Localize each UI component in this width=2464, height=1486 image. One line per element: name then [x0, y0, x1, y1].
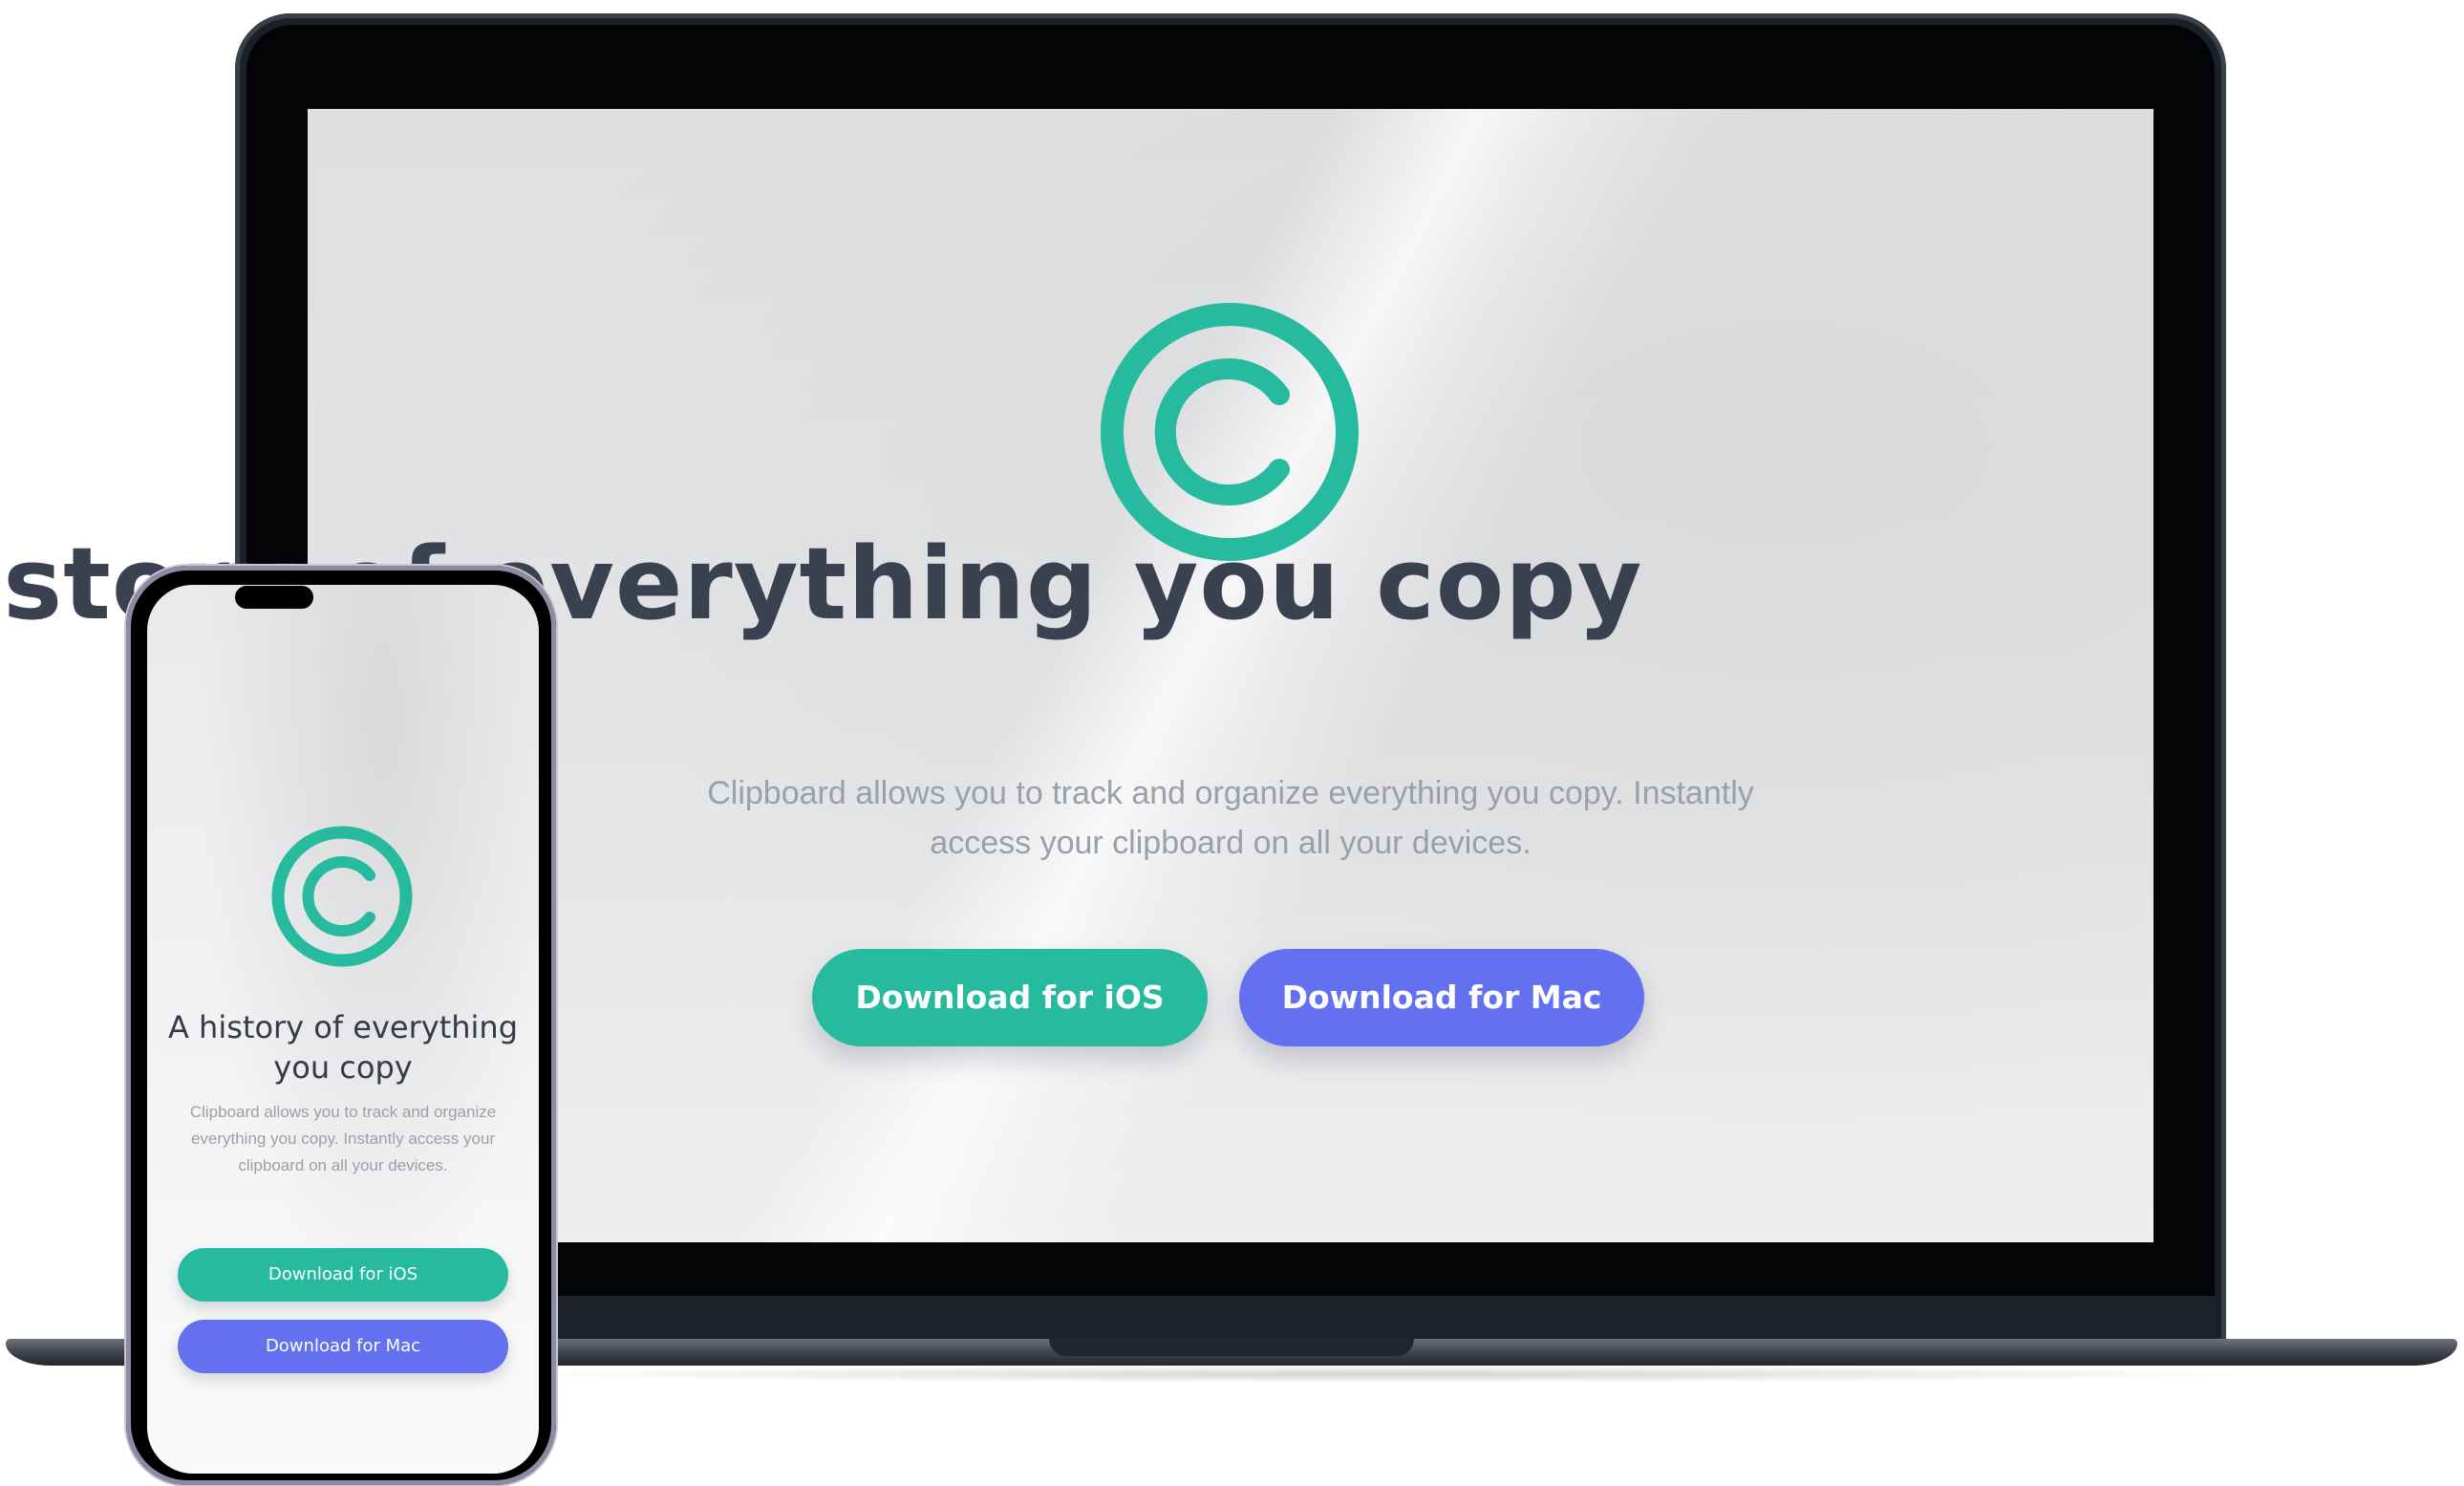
mobile-description: Clipboard allows you to track and organi…	[189, 1103, 497, 1174]
phone-camera-pill	[235, 586, 313, 609]
mobile-download-ios-button[interactable]: Download for iOS	[178, 1248, 508, 1302]
mobile-download-mac-button[interactable]: Download for Mac	[178, 1320, 508, 1373]
laptop-shadow	[478, 1366, 2293, 1383]
copyright-c-icon	[271, 826, 413, 967]
laptop-hinge-notch	[1049, 1339, 1414, 1356]
desktop-description: Clipboard allows you to track and organi…	[707, 775, 1754, 861]
desktop-content: Clipboard allows you to track and organi…	[308, 109, 2153, 1242]
device-mockup-stage: history of everything you copy Clipboard…	[0, 0, 2464, 1486]
mobile-page-title: A history of everything you copy	[167, 1009, 519, 1086]
desktop-download-ios-button[interactable]: Download for iOS	[812, 949, 1208, 1046]
desktop-download-mac-button[interactable]: Download for Mac	[1239, 949, 1644, 1046]
